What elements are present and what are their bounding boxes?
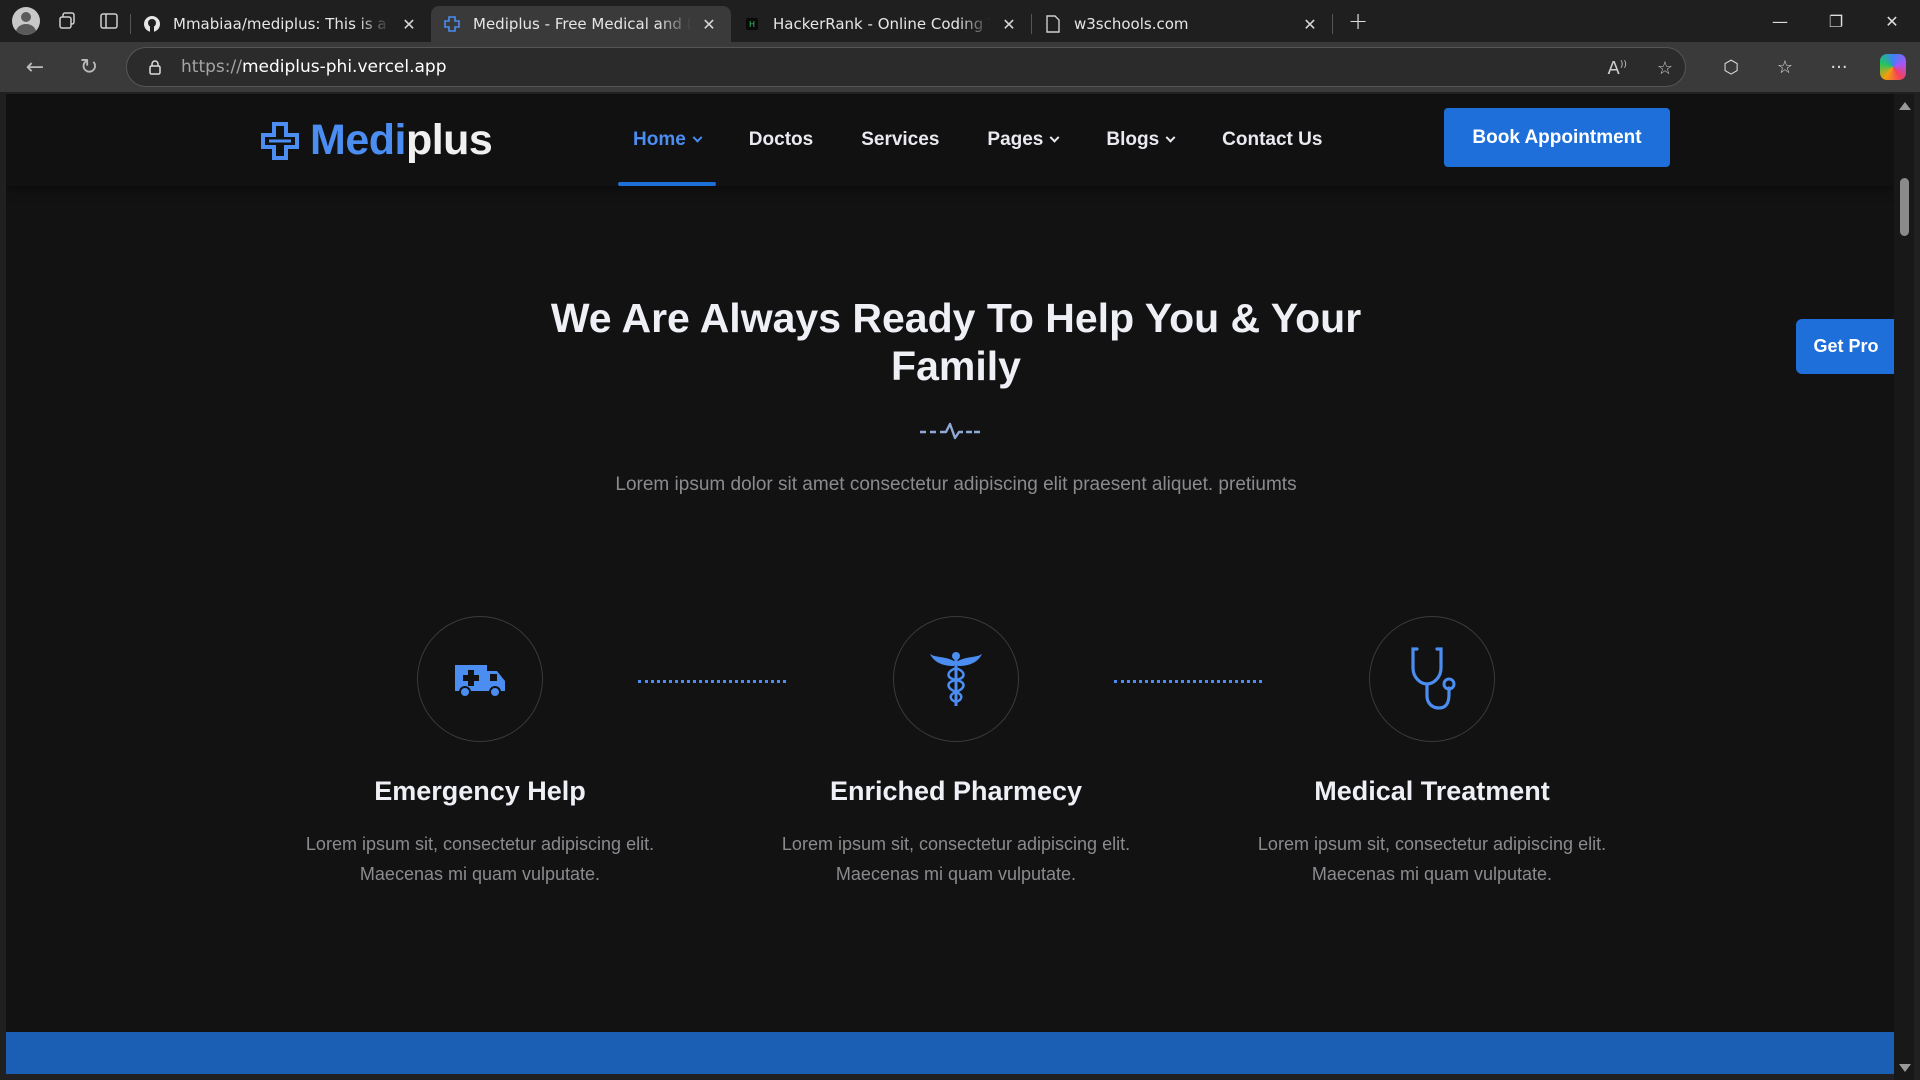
nav-doctors[interactable]: Doctos [734, 94, 828, 186]
hero-subtitle: Lorem ipsum dolor sit amet consectetur a… [615, 474, 1297, 495]
close-tab-icon[interactable]: ✕ [1300, 15, 1320, 34]
get-pro-button[interactable]: Get Pro [1796, 319, 1894, 374]
chevron-down-icon [692, 132, 703, 143]
mediplus-icon [443, 15, 461, 33]
browser-tab-bar: Mmabiaa/mediplus: This is a simp ✕ Medip… [0, 0, 1920, 42]
scroll-thumb[interactable] [1900, 178, 1909, 236]
svg-text:H: H [749, 20, 755, 29]
feature-icon-circle [893, 616, 1019, 742]
favorite-star-icon[interactable]: ☆ [1657, 58, 1673, 79]
browser-tab-active[interactable]: Mediplus - Free Medical and Doct ✕ [431, 6, 731, 42]
feature-title: Medical Treatment [1314, 776, 1550, 806]
nav-contact[interactable]: Contact Us [1207, 94, 1337, 186]
close-tab-icon[interactable]: ✕ [999, 15, 1019, 34]
close-tab-icon[interactable]: ✕ [699, 15, 719, 34]
tab-title: Mediplus - Free Medical and Doct [473, 15, 691, 33]
new-tab-icon[interactable]: + [1337, 0, 1379, 42]
url-protocol: https:// [181, 57, 242, 77]
extensions-icon[interactable]: ⬡ [1704, 42, 1758, 92]
hero-title: We Are Always Ready To Help You & Your F… [550, 295, 1362, 389]
feature-description: Lorem ipsum sit, consectetur adipiscing … [1257, 834, 1607, 884]
logo-text-medi: Medi [310, 116, 406, 164]
feature-icon-circle [1369, 616, 1495, 742]
tab-title: Mmabiaa/mediplus: This is a simp [173, 15, 391, 33]
feature-emergency: Emergency Help Lorem ipsum sit, consecte… [270, 616, 690, 889]
blue-section-band [6, 1032, 1894, 1074]
refresh-icon[interactable]: ↻ [62, 42, 116, 92]
back-icon[interactable]: ← [8, 42, 62, 92]
lock-icon[interactable] [147, 59, 163, 75]
close-tab-icon[interactable]: ✕ [399, 15, 419, 34]
stethoscope-icon [1411, 647, 1456, 710]
hackerrank-icon: H [743, 15, 761, 33]
favorites-icon[interactable]: ☆ [1758, 42, 1812, 92]
close-window-icon[interactable]: ✕ [1864, 0, 1920, 42]
nav-pages[interactable]: Pages [972, 94, 1073, 186]
ambulance-icon [455, 665, 505, 698]
workspaces-icon[interactable] [46, 0, 88, 42]
nav-blogs[interactable]: Blogs [1091, 94, 1189, 186]
tab-title: HackerRank - Online Coding Tests [773, 15, 991, 33]
chevron-down-icon [1049, 132, 1060, 143]
page-icon [1044, 15, 1062, 33]
logo-cross-icon [261, 121, 299, 160]
tab-separator [1332, 14, 1333, 34]
browser-tab[interactable]: w3schools.com ✕ [1032, 6, 1332, 42]
feature-description: Lorem ipsum sit, consectetur adipiscing … [305, 834, 655, 884]
feature-treatment: Medical Treatment Lorem ipsum sit, conse… [1222, 616, 1642, 889]
feature-title: Emergency Help [374, 776, 586, 806]
feature-icon-circle [417, 616, 543, 742]
scroll-down-icon[interactable] [1899, 1064, 1911, 1072]
address-bar[interactable]: https://mediplus-phi.vercel.app A)) ☆ [126, 47, 1686, 87]
main-nav: Home Doctos Services Pages Blogs Contact… [618, 94, 1337, 186]
window-controls: — ❐ ✕ [1752, 0, 1920, 42]
restore-icon[interactable]: ❐ [1808, 0, 1864, 42]
nav-home[interactable]: Home [618, 94, 716, 186]
site-header: Medi plus Home Doctos Services Pages Blog… [6, 94, 1894, 186]
page-viewport: Medi plus Home Doctos Services Pages Blog… [6, 94, 1894, 1074]
tab-title: w3schools.com [1074, 15, 1189, 33]
read-aloud-icon[interactable]: A)) [1608, 58, 1627, 79]
feature-description: Lorem ipsum sit, consectetur adipiscing … [781, 834, 1131, 884]
feature-pharmacy: Enriched Pharmecy Lorem ipsum sit, conse… [746, 616, 1166, 889]
profile-avatar[interactable] [12, 7, 40, 35]
chevron-down-icon [1165, 132, 1176, 143]
caduceus-icon [930, 652, 982, 706]
copilot-icon[interactable] [1866, 42, 1920, 92]
url-host: mediplus-phi.vercel.app [241, 57, 447, 77]
tab-actions-icon[interactable] [88, 0, 130, 42]
browser-tab[interactable]: H HackerRank - Online Coding Tests ✕ [731, 6, 1031, 42]
page-scrollbar[interactable] [1894, 94, 1914, 1080]
site-logo[interactable]: Medi plus [260, 116, 493, 165]
logo-text-plus: plus [405, 116, 493, 164]
feature-title: Enriched Pharmecy [829, 776, 1083, 806]
book-appointment-button[interactable]: Book Appointment [1444, 108, 1670, 167]
github-icon [143, 15, 161, 33]
more-options-icon[interactable]: ··· [1812, 42, 1866, 92]
address-toolbar: ← ↻ https://mediplus-phi.vercel.app A)) … [0, 42, 1920, 92]
heartbeat-divider-icon [920, 422, 980, 440]
minimize-icon[interactable]: — [1752, 0, 1808, 42]
scroll-up-icon[interactable] [1899, 102, 1911, 110]
browser-tab[interactable]: Mmabiaa/mediplus: This is a simp ✕ [131, 6, 431, 42]
nav-services[interactable]: Services [846, 94, 954, 186]
